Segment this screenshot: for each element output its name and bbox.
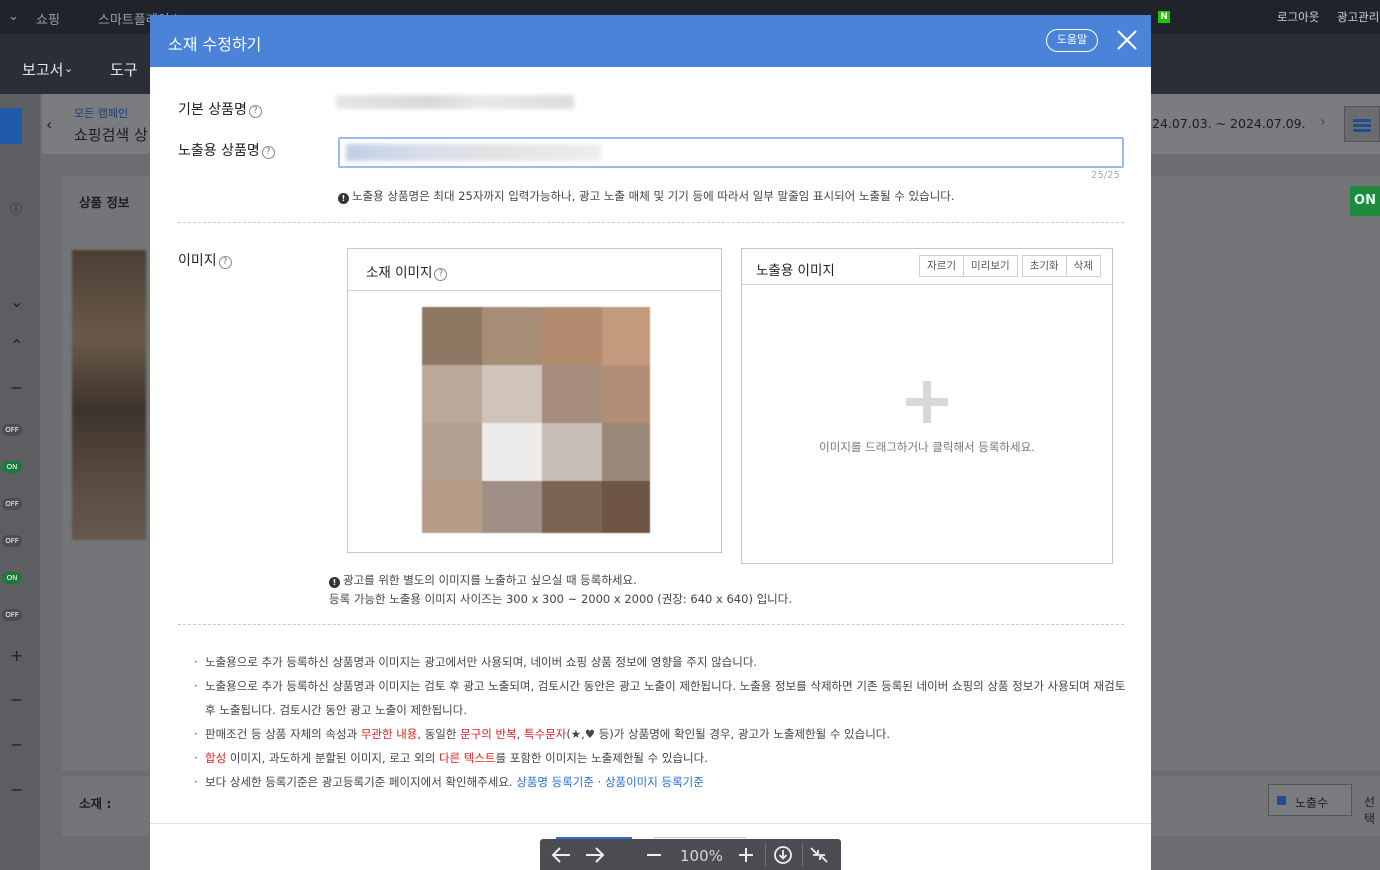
footer-divider [150, 823, 1151, 824]
guide-list: 노출용으로 추가 등록하신 상품명과 이미지는 광고에서만 사용되며, 네이버 … [194, 650, 1134, 794]
base-name-row: 기본 상품명? [178, 99, 262, 119]
modal-title: 소재 수정하기 [168, 35, 262, 54]
zoom-in-icon[interactable] [736, 843, 756, 867]
status-toggle[interactable]: OFF [2, 609, 22, 621]
arrow-left-icon[interactable] [550, 843, 572, 867]
minus-icon[interactable]: − [10, 735, 23, 754]
edit-creative-modal: 소재 수정하기 도움말 기본 상품명? 노출용 상품명? 25/25 ! 노출용 … [150, 15, 1151, 870]
menu-button[interactable] [1344, 106, 1380, 142]
zoom-level: 100% [680, 847, 723, 865]
display-image-box: 노출용 이미지 자르기 미리보기 초기화 삭제 이미지를 드래그하거나 클릭해서… [741, 248, 1113, 564]
preview-button[interactable]: 미리보기 [963, 255, 1018, 277]
date-range[interactable]: 24.07.03. ~ 2024.07.09. [1152, 116, 1306, 131]
topbar-shopping[interactable]: 쇼핑 [36, 9, 60, 28]
page-title: 쇼핑검색 상 [74, 126, 148, 144]
zoom-out-icon[interactable] [644, 843, 664, 867]
image-drop-zone[interactable]: 이미지를 드래그하거나 클릭해서 등록하세요. [742, 285, 1112, 563]
guide-item: 합성 이미지, 과도하게 분할된 이미지, 로고 외의 다른 텍스트를 포함한 … [194, 746, 1134, 770]
modal-header: 소재 수정하기 도움말 [150, 15, 1151, 67]
info-icon: ! [329, 577, 340, 588]
close-icon [1117, 30, 1137, 50]
base-name-label: 기본 상품명 [178, 102, 247, 118]
chevron-down-icon[interactable]: ⌄ [64, 62, 73, 75]
image-size-note: 등록 가능한 노출용 이미지 사이즈는 300 x 300 ~ 2000 x 2… [329, 592, 792, 606]
source-image-box: 소재 이미지? [347, 248, 722, 553]
nav-reports[interactable]: 보고서 [22, 59, 63, 80]
viewer-toolbar: 100% [540, 839, 841, 870]
left-blue-button[interactable] [0, 108, 22, 144]
image-guide-link[interactable]: 상품이미지 등록기준 [605, 775, 704, 789]
guide-item: 노출용으로 추가 등록하신 상품명과 이미지는 검토 후 광고 노출되며, 검토… [194, 674, 1134, 722]
sort-select[interactable]: 노출수 [1268, 784, 1352, 816]
square-icon [1277, 796, 1286, 805]
question-icon[interactable]: ? [434, 268, 448, 281]
on-badge[interactable]: ON [1350, 186, 1380, 216]
image-tools: 자르기 미리보기 초기화 삭제 [919, 255, 1101, 277]
name-guide-link[interactable]: 상품명 등록기준 [516, 775, 594, 789]
char-counter: 25/25 [1091, 170, 1120, 181]
nav-tools[interactable]: 도구 [110, 59, 138, 80]
image-note: ! 광고를 위한 별도의 이미지를 노출하고 싶으실 때 등록하세요. [329, 572, 637, 588]
status-toggle[interactable]: OFF [2, 498, 22, 510]
collapse-icon[interactable] [808, 843, 830, 867]
chevron-left-icon[interactable]: ‹ [46, 115, 52, 134]
status-toggle[interactable]: OFF [2, 535, 22, 547]
source-image-title: 소재 이미지? [366, 261, 448, 281]
reset-button[interactable]: 초기화 [1021, 255, 1067, 277]
info-icon: ! [338, 193, 349, 204]
product-thumbnail [72, 250, 146, 540]
display-name-input[interactable] [338, 137, 1124, 168]
source-image [422, 307, 650, 533]
guide-item: 노출용으로 추가 등록하신 상품명과 이미지는 광고에서만 사용되며, 네이버 … [194, 650, 1134, 674]
status-toggle[interactable]: ON [2, 461, 22, 473]
display-name-row: 노출용 상품명? [178, 140, 275, 160]
bottom-label: 소재 : [79, 796, 112, 811]
minus-icon[interactable]: − [10, 780, 23, 799]
display-name-label: 노출용 상품명 [178, 143, 260, 159]
status-toggle[interactable]: ON [2, 572, 22, 584]
close-button[interactable] [1114, 27, 1140, 53]
logout-link[interactable]: 로그아웃 [1277, 9, 1319, 25]
sort-label: 노출수 [1295, 796, 1329, 810]
chevron-right-icon[interactable]: › [1320, 114, 1326, 130]
section-label: 상품 정보 [79, 195, 130, 210]
image-label: 이미지 [178, 253, 217, 269]
guide-item: 판매조건 등 상품 자체의 속성과 무관한 내용, 동일한 문구의 반복, 특수… [194, 722, 1134, 746]
help-button[interactable]: 도움말 [1046, 29, 1098, 52]
chevron-down-icon[interactable]: ⌄ [10, 292, 23, 311]
question-icon[interactable]: ? [218, 256, 232, 269]
name-note: ! 노출용 상품명은 최대 25자까지 입력가능하나, 광고 노출 매체 및 기기… [338, 188, 955, 204]
arrow-right-icon[interactable] [584, 843, 606, 867]
base-name-value [336, 95, 574, 109]
ad-manage-link[interactable]: 광고관리 [1337, 9, 1379, 25]
image-row: 이미지? [178, 250, 232, 270]
guide-item: 보다 상세한 등록기준은 광고등록기준 페이지에서 확인해주세요. 상품명 등록… [194, 770, 1134, 794]
display-image-title: 노출용 이미지 [756, 263, 835, 279]
crop-button[interactable]: 자르기 [919, 255, 965, 277]
chevron-up-icon[interactable]: ⌃ [10, 336, 23, 355]
question-icon[interactable]: ? [248, 105, 262, 118]
help-icon[interactable]: ⓘ [10, 200, 22, 217]
plus-icon [906, 381, 948, 423]
plus-icon[interactable]: + [10, 646, 23, 665]
status-toggle[interactable]: OFF [2, 424, 22, 436]
question-icon[interactable]: ? [261, 146, 275, 159]
minus-icon[interactable]: − [10, 690, 23, 709]
chevron-down-icon[interactable]: ⌄ [8, 9, 19, 24]
list-icon [1353, 119, 1371, 132]
download-icon[interactable] [772, 843, 794, 867]
select-label[interactable]: 선택 [1364, 793, 1380, 827]
breadcrumb[interactable]: 모든 캠페인 [74, 105, 128, 121]
divider [178, 624, 1124, 625]
minus-icon[interactable]: − [10, 378, 23, 397]
delete-button[interactable]: 삭제 [1065, 255, 1101, 277]
divider [178, 222, 1124, 223]
naver-n-icon: N [1158, 11, 1170, 23]
drop-hint: 이미지를 드래그하거나 클릭해서 등록하세요. [819, 440, 1035, 454]
